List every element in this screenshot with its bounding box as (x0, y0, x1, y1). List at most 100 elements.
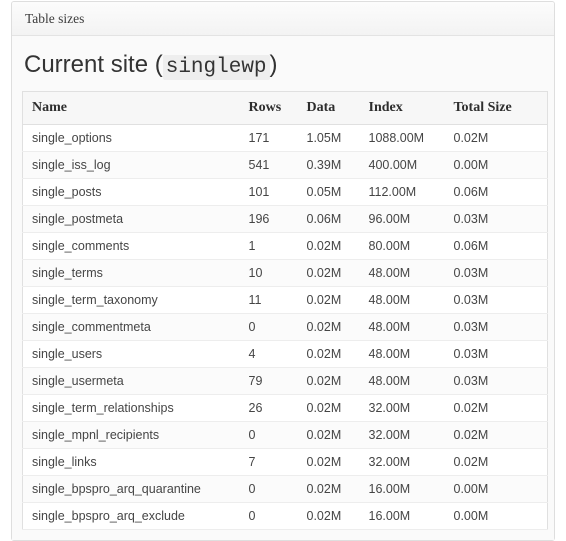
cell-name: single_options (22, 124, 248, 153)
cell-index: 32.00M (367, 448, 453, 477)
cell-name: single_comments (22, 232, 248, 261)
cell-name: single_bpspro_arq_quarantine (22, 475, 248, 504)
cell-index: 80.00M (367, 232, 453, 261)
table-row: single_commentmeta 0 0.02M 48.00M 0.03M (22, 313, 548, 342)
column-header-data[interactable]: Data (305, 91, 368, 126)
cell-data: 0.02M (305, 448, 368, 477)
panel-header-title: Table sizes (12, 2, 554, 36)
panel-body: Current site (singlewp) Name Rows Data I… (12, 36, 554, 541)
cell-rows: 0 (247, 313, 306, 342)
table-row: single_bpspro_arq_quarantine 0 0.02M 16.00M… (22, 475, 548, 504)
cell-rows: 0 (247, 475, 306, 504)
cell-total: 0.00M (452, 151, 548, 180)
cell-total: 0.02M (452, 421, 548, 450)
column-header-total-size[interactable]: Total Size (452, 91, 548, 126)
cell-data: 0.02M (305, 259, 368, 288)
cell-rows: 196 (247, 205, 306, 234)
cell-total: 0.06M (452, 178, 548, 207)
cell-index: 96.00M (367, 205, 453, 234)
cell-total: 0.06M (452, 232, 548, 261)
cell-rows: 101 (247, 178, 306, 207)
cell-data: 0.02M (305, 286, 368, 315)
cell-data: 0.02M (305, 232, 368, 261)
page-title-prefix: Current site (24, 51, 149, 78)
cell-data: 0.05M (305, 178, 368, 207)
cell-total: 0.02M (452, 448, 548, 477)
cell-rows: 79 (247, 367, 306, 396)
cell-index: 16.00M (367, 475, 453, 504)
table-row: single_comments 1 0.02M 80.00M 0.06M (22, 232, 548, 261)
cell-index: 48.00M (367, 340, 453, 369)
cell-data: 0.02M (305, 340, 368, 369)
cell-total: 0.03M (452, 205, 548, 234)
cell-index: 32.00M (367, 394, 453, 423)
cell-rows: 1 (247, 232, 306, 261)
cell-name: single_usermeta (22, 367, 248, 396)
site-slug-code: singlewp (162, 55, 270, 80)
cell-index: 48.00M (367, 286, 453, 315)
table-sizes-table: Name Rows Data Index Total Size single_o… (22, 91, 548, 531)
table-body: single_options 171 1.05M 1088.00M 0.02M singl… (22, 124, 548, 531)
cell-index: 32.00M (367, 421, 453, 450)
cell-total: 0.02M (452, 394, 548, 423)
table-head: Name Rows Data Index Total Size (22, 91, 548, 126)
paren-open: ( (154, 51, 163, 78)
cell-total: 0.00M (452, 475, 548, 504)
cell-data: 1.05M (305, 124, 368, 153)
cell-index: 112.00M (367, 178, 453, 207)
cell-index: 400.00M (367, 151, 453, 180)
cell-total: 0.03M (452, 340, 548, 369)
cell-rows: 7 (247, 448, 306, 477)
cell-name: single_users (22, 340, 248, 369)
table-row: single_links 7 0.02M 32.00M 0.02M (22, 448, 548, 477)
table-row: single_options 171 1.05M 1088.00M 0.02M (22, 124, 548, 153)
table-row: single_terms 10 0.02M 48.00M 0.03M (22, 259, 548, 288)
cell-data: 0.02M (305, 394, 368, 423)
cell-rows: 541 (247, 151, 306, 180)
cell-total: 0.03M (452, 286, 548, 315)
paren-close: ) (269, 51, 278, 78)
cell-name: single_posts (22, 178, 248, 207)
cell-rows: 26 (247, 394, 306, 423)
cell-rows: 171 (247, 124, 306, 153)
cell-data: 0.39M (305, 151, 368, 180)
cell-index: 48.00M (367, 259, 453, 288)
cell-data: 0.02M (305, 367, 368, 396)
table-row: single_postmeta 196 0.06M 96.00M 0.03M (22, 205, 548, 234)
cell-rows: 11 (247, 286, 306, 315)
cell-data: 0.02M (305, 475, 368, 504)
table-row: single_iss_log 541 0.39M 400.00M 0.00M (22, 151, 548, 180)
cell-data: 0.06M (305, 205, 368, 234)
table-row: single_mpnl_recipients 0 0.02M 32.00M 0.02M (22, 421, 548, 450)
cell-name: single_iss_log (22, 151, 248, 180)
cell-index: 1088.00M (367, 124, 453, 153)
cell-index: 48.00M (367, 313, 453, 342)
cell-name: single_term_relationships (22, 394, 248, 423)
cell-name: single_links (22, 448, 248, 477)
cell-name: single_commentmeta (22, 313, 248, 342)
cell-total: 0.03M (452, 367, 548, 396)
cell-index: 48.00M (367, 367, 453, 396)
table-header-row: Name Rows Data Index Total Size (22, 91, 548, 126)
table-sizes-panel: Table sizes Current site (singlewp) Name… (11, 1, 555, 541)
cell-rows: 0 (247, 421, 306, 450)
page-title: Current site (singlewp) (24, 51, 545, 80)
cell-data: 0.02M (305, 313, 368, 342)
cell-name: single_mpnl_recipients (22, 421, 248, 450)
cell-total: 0.02M (452, 124, 548, 153)
column-header-name[interactable]: Name (22, 91, 248, 126)
column-header-rows[interactable]: Rows (247, 91, 306, 126)
table-row: single_usermeta 79 0.02M 48.00M 0.03M (22, 367, 548, 396)
cell-total: 0.03M (452, 259, 548, 288)
table-row: single_term_taxonomy 11 0.02M 48.00M 0.03M (22, 286, 548, 315)
cell-name: single_postmeta (22, 205, 248, 234)
column-header-index[interactable]: Index (367, 91, 453, 126)
cell-rows: 10 (247, 259, 306, 288)
cell-rows: 4 (247, 340, 306, 369)
table-row: single_term_relationships 26 0.02M 32.00M 0.… (22, 394, 548, 423)
cell-total: 0.03M (452, 313, 548, 342)
cell-data: 0.02M (305, 421, 368, 450)
cell-name: single_terms (22, 259, 248, 288)
cell-name: single_term_taxonomy (22, 286, 248, 315)
table-row: single_users 4 0.02M 48.00M 0.03M (22, 340, 548, 369)
